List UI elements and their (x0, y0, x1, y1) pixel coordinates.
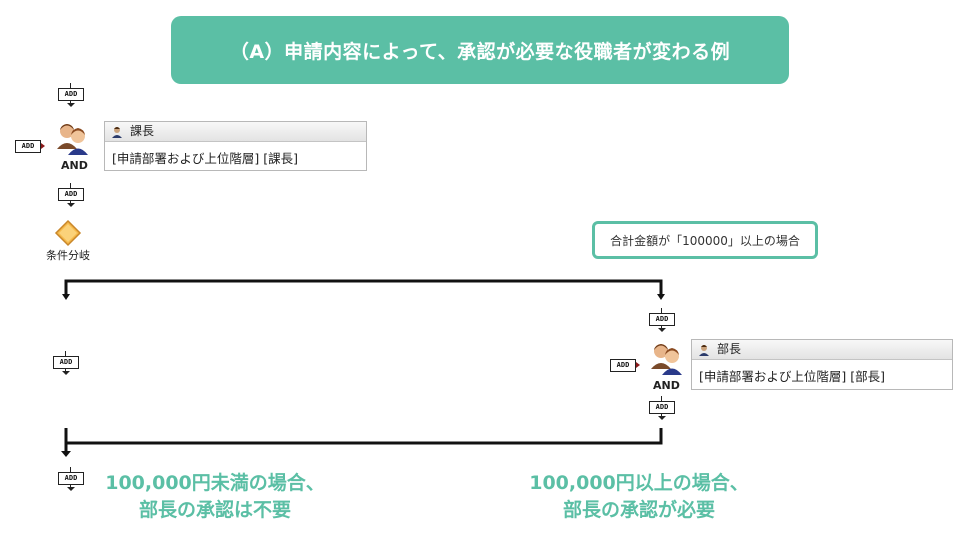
person-icon (699, 344, 709, 356)
approver-card-header: 部長 (692, 340, 952, 360)
approver-card-header: 課長 (105, 122, 366, 142)
condition-box: 合計金額が「100000」以上の場合 (592, 221, 818, 259)
add-button-after-node1[interactable]: ADD (58, 183, 84, 207)
right-arrow-down (657, 294, 665, 300)
condition-text: 合計金額が「100000」以上の場合 (610, 233, 800, 248)
add-button-parallel-node1[interactable]: ADD (15, 140, 45, 153)
approver-condition: [申請部署および上位階層] [課長] (112, 151, 298, 166)
add-button-right-branch-bottom[interactable]: ADD (649, 396, 675, 420)
add-button-right-branch-top[interactable]: ADD (649, 308, 675, 332)
merge-arrow-head (61, 451, 71, 457)
approver-card-2[interactable]: 部長 [申請部署および上位階層] [部長] (691, 339, 953, 390)
condition-diamond-icon (54, 219, 82, 247)
left-arrow-down (62, 294, 70, 300)
approver-role: 課長 (130, 124, 155, 138)
branch-split-line (64, 279, 663, 296)
add-button-parallel-node2[interactable]: ADD (610, 359, 640, 372)
add-button-top[interactable]: ADD (58, 83, 84, 107)
flow-connectors (61, 279, 665, 457)
and-label: AND (653, 379, 680, 392)
caption-right-line1: 100,000円以上の場合、 (529, 472, 749, 494)
caption-left: 100,000円未満の場合、 部長の承認は不要 (90, 470, 340, 524)
add-button-bottom[interactable]: ADD (58, 467, 84, 491)
approver-node-2[interactable]: AND (649, 341, 689, 392)
approver-card-1[interactable]: 課長 [申請部署および上位階層] [課長] (104, 121, 367, 171)
caption-right: 100,000円以上の場合、 部長の承認が必要 (514, 470, 764, 524)
approver-role: 部長 (717, 342, 742, 356)
approver-group-icon (651, 344, 682, 375)
caption-right-line2: 部長の承認が必要 (562, 499, 715, 521)
branch-label: 条件分岐 (46, 249, 90, 262)
person-icon (112, 126, 122, 138)
and-label: AND (61, 159, 88, 172)
approver-condition: [申請部署および上位階層] [部長] (699, 369, 885, 384)
approver-node-1[interactable]: AND (55, 121, 95, 172)
condition-branch-node[interactable]: 条件分岐 (40, 219, 96, 263)
add-button-left-branch[interactable]: ADD (53, 351, 79, 375)
approver-group-icon (57, 124, 88, 155)
branch-merge-line (64, 428, 663, 445)
caption-left-line2: 部長の承認は不要 (138, 499, 291, 521)
caption-left-line1: 100,000円未満の場合、 (105, 472, 325, 494)
